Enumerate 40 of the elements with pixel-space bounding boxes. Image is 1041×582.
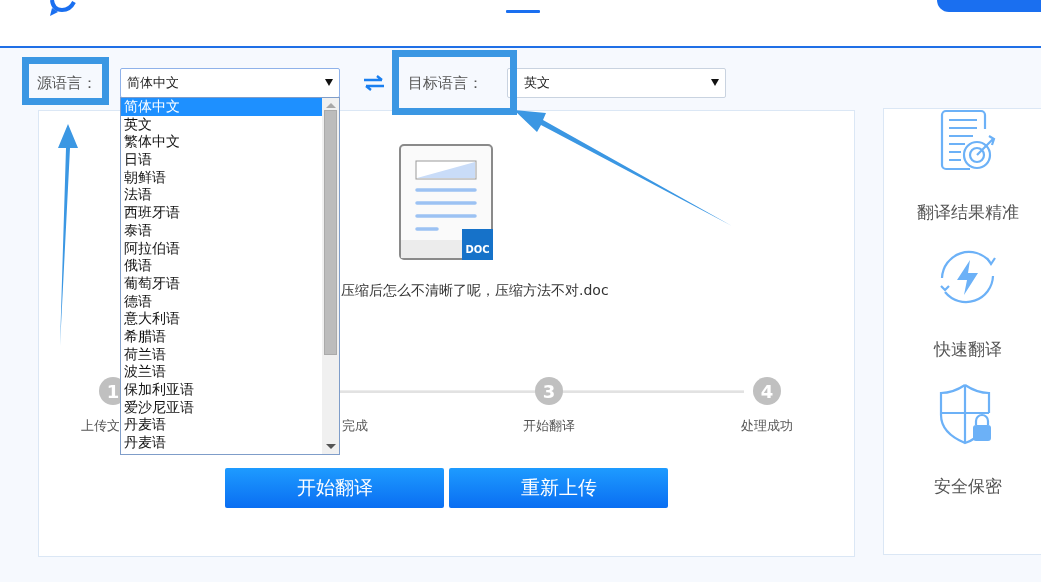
step-number: 4 [753,377,781,405]
language-select[interactable]: 英文 [507,68,726,98]
field-label: 源语言： [37,73,98,93]
dropdown-option[interactable]: 法语 [121,186,322,205]
dropdown-option[interactable]: 阿拉伯语 [121,239,322,258]
dropdown-option[interactable]: 日语 [121,151,322,169]
start-button[interactable]: 开始翻译 [225,468,444,508]
dropdown-option[interactable]: 意大利语 [121,310,322,328]
dropdown-option[interactable]: 希腊语 [121,327,322,346]
dropdown-option[interactable]: 荷兰语 [121,345,322,364]
feature-label: 翻译结果精准 [917,201,1019,224]
file-name: 压缩后怎么不清晰了呢，压缩方法不对.doc [341,282,609,300]
field-label: 目标语言： [408,73,484,93]
step-number: 3 [535,377,563,405]
dropdown-option[interactable]: 繁体中文 [121,133,322,152]
step-label: 完成 [342,417,368,435]
active-tab-indicator [506,10,540,13]
step-label: 上传文 [81,417,120,435]
dropdown-option[interactable]: 德语 [121,292,322,311]
header-button[interactable] [937,0,1041,12]
dropdown-option[interactable]: 泰语 [121,221,322,240]
step-label: 开始翻译 [523,417,575,435]
dropdown-option[interactable]: 英文 [121,115,322,134]
dropdown-option[interactable]: 西班牙语 [121,204,322,222]
scrollbar[interactable] [322,98,339,454]
feature-label: 快速翻译 [934,338,1002,361]
dropdown-option[interactable]: 俄语 [121,257,322,275]
dropdown-option[interactable]: 丹麦语 [121,416,322,435]
step-label: 处理成功 [741,417,793,435]
reupload-button[interactable]: 重新上传 [449,468,668,508]
dropdown-option[interactable]: 朝鲜语 [121,168,322,187]
dropdown-option[interactable]: 葡萄牙语 [121,274,322,293]
document-icon [399,144,494,261]
feature-label: 安全保密 [934,475,1002,498]
language-select[interactable]: 简体中文 [120,68,340,98]
dropdown-caret-icon [711,78,719,88]
swap-icon[interactable] [363,75,385,91]
dropdown-caret-icon [325,78,333,88]
file-type-label: DOC [464,244,491,256]
dropdown-option[interactable]: 丹麦语 [121,434,322,452]
